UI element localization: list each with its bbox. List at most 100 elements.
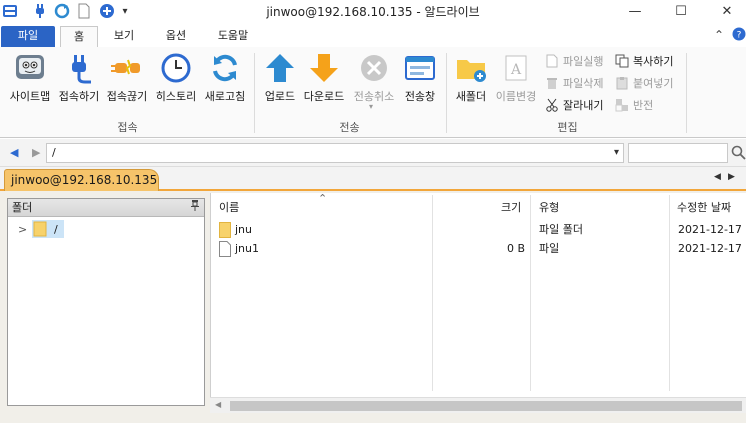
history-button[interactable]: 히스토리 — [152, 51, 200, 111]
cut-label: 잘라내기 — [563, 99, 604, 112]
file-name: jnu — [235, 223, 252, 236]
ribbon-separator — [446, 53, 447, 133]
session-tab-strip: jinwoo@192.168.10.135 ◀ ▶ — [0, 167, 746, 191]
svg-text:A: A — [510, 62, 522, 78]
sitemap-label: 사이트맵 — [9, 90, 51, 103]
upload-label: 업로드 — [264, 90, 296, 103]
tab-help[interactable]: 도움말 — [208, 26, 258, 48]
tree-item-root[interactable]: / — [32, 220, 64, 238]
sitemap-icon — [13, 51, 47, 85]
column-header-name[interactable]: 이름 — [219, 197, 239, 219]
address-path: / — [52, 146, 56, 159]
refresh-button[interactable]: 새로고침 — [201, 51, 249, 111]
maximize-button[interactable]: ☐ — [658, 0, 704, 22]
column-header-modified[interactable]: 수정한 날짜 — [677, 197, 731, 219]
address-toolbar: ◀ ▶ / ▾ — [0, 139, 746, 167]
pin-icon[interactable] — [191, 199, 199, 216]
file-list-pane: ⌃ 이름 크기 유형 수정한 날짜 jnu 파일 폴더 2021-12-17 j… — [210, 192, 746, 413]
title-bar: ▾ jinwoo@192.168.10.135 - 알드라이브 — ☐ ✕ — [0, 0, 746, 22]
search-input[interactable] — [628, 143, 728, 163]
download-arrow-icon — [307, 51, 341, 85]
trash-icon — [544, 75, 560, 91]
collapse-ribbon-button[interactable]: ⌃ — [714, 28, 724, 42]
address-input[interactable]: / ▾ — [46, 143, 624, 163]
unplug-icon — [110, 51, 144, 85]
cut-button[interactable]: 잘라내기 — [544, 95, 603, 115]
forward-button[interactable]: ▶ — [32, 146, 40, 159]
rename-button[interactable]: A 이름변경 — [493, 51, 539, 111]
transfer-window-button[interactable]: 전송창 — [400, 51, 440, 111]
cancel-x-icon — [357, 51, 391, 85]
plug-icon — [62, 51, 96, 85]
horizontal-scrollbar[interactable]: ◀ — [210, 397, 746, 413]
upload-button[interactable]: 업로드 — [260, 51, 300, 111]
cancel-transfer-label: 전송취소 — [353, 90, 395, 103]
help-icon[interactable]: ? — [732, 27, 746, 44]
minimize-button[interactable]: — — [612, 0, 658, 22]
run-file-icon — [544, 53, 560, 69]
upload-arrow-icon — [263, 51, 297, 85]
column-header-type[interactable]: 유형 — [539, 197, 559, 219]
file-row[interactable]: jnu1 0 B 파일 2021-12-17 — [217, 240, 746, 258]
session-prev-button[interactable]: ◀ — [714, 172, 721, 182]
invert-selection-button[interactable]: 반전 — [614, 95, 653, 115]
session-next-button[interactable]: ▶ — [728, 172, 735, 182]
tree-expand-toggle[interactable]: > — [18, 223, 27, 236]
tab-file[interactable]: 파일 — [1, 26, 55, 48]
group-label-edit: 편집 — [557, 121, 578, 134]
transfer-window-icon — [403, 51, 437, 85]
tab-home[interactable]: 홈 — [60, 26, 98, 49]
ribbon-tab-bar: 파일 홈 보기 옵션 도움말 ⌃ ? — [0, 22, 746, 49]
transfer-window-label: 전송창 — [404, 90, 436, 103]
connect-label: 접속하기 — [58, 90, 100, 103]
download-button[interactable]: 다운로드 — [301, 51, 347, 111]
group-label-transfer: 전송 — [339, 121, 360, 134]
folder-icon — [32, 221, 48, 237]
refresh-arrows-icon — [208, 51, 242, 85]
new-folder-button[interactable]: 새폴더 — [451, 51, 491, 111]
main-content: 폴더 > / ⌃ 이름 크기 유형 수정한 날짜 jnu 파일 폴더 2021-… — [0, 191, 746, 423]
scroll-left-arrow[interactable]: ◀ — [215, 400, 221, 409]
cancel-transfer-button[interactable]: 전송취소 — [350, 51, 398, 111]
ribbon-separator — [254, 53, 255, 133]
file-row[interactable]: jnu 파일 폴더 2021-12-17 — [217, 221, 746, 239]
delete-file-button[interactable]: 파일삭제 — [544, 73, 603, 93]
column-header-size[interactable]: 크기 — [501, 197, 521, 219]
invert-label: 반전 — [633, 99, 654, 112]
sitemap-button[interactable]: 사이트맵 — [6, 51, 54, 111]
file-size: 0 B — [507, 242, 526, 255]
run-file-button[interactable]: 파일실행 — [544, 51, 603, 71]
paste-button[interactable]: 붙여넣기 — [614, 73, 673, 93]
sort-ascending-icon: ⌃ — [318, 192, 328, 205]
file-date: 2021-12-17 — [678, 223, 742, 236]
group-label-connect: 접속 — [117, 121, 138, 134]
scissors-icon — [544, 97, 560, 113]
folder-pane-header: 폴더 — [8, 199, 204, 217]
file-icon — [219, 241, 231, 263]
file-name: jnu1 — [235, 242, 259, 255]
back-button[interactable]: ◀ — [10, 146, 18, 159]
search-icon[interactable] — [731, 145, 746, 163]
ribbon-panel: 사이트맵 접속하기 접속끊기 히스토리 새로고침 접속 업로드 다운로드 전송취… — [0, 47, 746, 138]
copy-icon — [614, 53, 630, 69]
paste-label: 붙여넣기 — [633, 77, 674, 90]
tab-view[interactable]: 보기 — [104, 26, 144, 48]
session-tab[interactable]: jinwoo@192.168.10.135 — [4, 169, 159, 191]
scrollbar-thumb[interactable] — [230, 401, 742, 411]
rename-label: 이름변경 — [495, 90, 537, 103]
disconnect-button[interactable]: 접속끊기 — [104, 51, 150, 111]
new-folder-icon — [454, 51, 488, 85]
rename-icon: A — [499, 51, 533, 85]
invert-icon — [614, 97, 630, 113]
file-date: 2021-12-17 — [678, 242, 742, 255]
close-button[interactable]: ✕ — [704, 0, 746, 22]
copy-button[interactable]: 복사하기 — [614, 51, 673, 71]
address-dropdown-button[interactable]: ▾ — [614, 144, 619, 162]
delete-file-label: 파일삭제 — [563, 77, 604, 90]
chevron-down-icon[interactable]: ▾ — [369, 102, 373, 111]
copy-label: 복사하기 — [633, 55, 674, 68]
tab-options[interactable]: 옵션 — [156, 26, 196, 48]
refresh-label: 새로고침 — [204, 90, 246, 103]
disconnect-label: 접속끊기 — [106, 90, 148, 103]
connect-button[interactable]: 접속하기 — [56, 51, 102, 111]
